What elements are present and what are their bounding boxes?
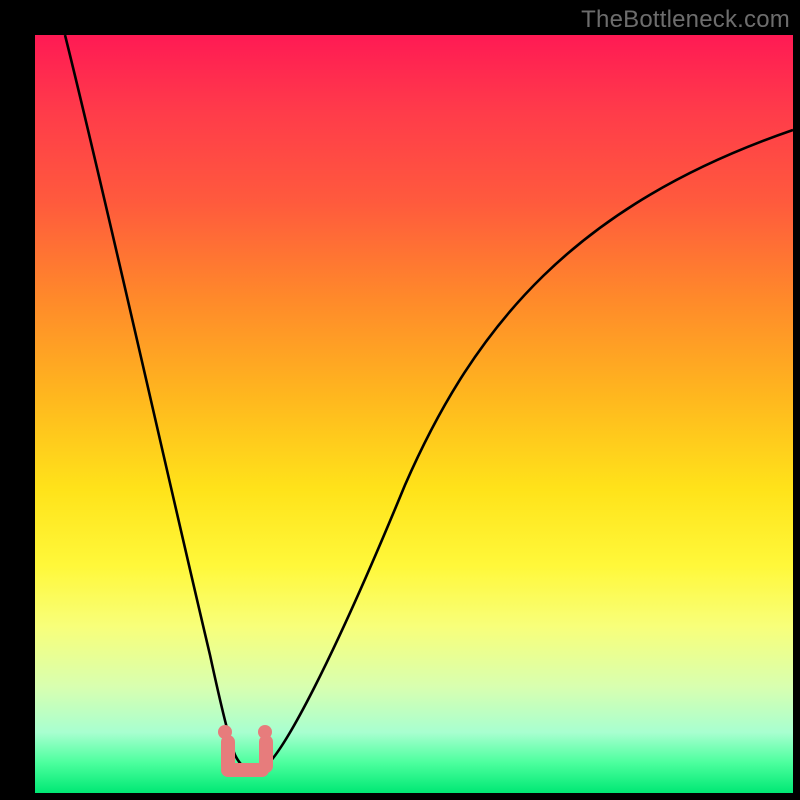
bottleneck-curve bbox=[35, 35, 793, 793]
plot-area bbox=[35, 35, 793, 793]
watermark-text: TheBottleneck.com bbox=[581, 6, 790, 34]
chart-frame: TheBottleneck.com bbox=[0, 0, 800, 800]
highlight-dot-right bbox=[258, 725, 272, 739]
curve-path bbox=[65, 35, 793, 771]
highlight-stem-right bbox=[259, 735, 273, 773]
